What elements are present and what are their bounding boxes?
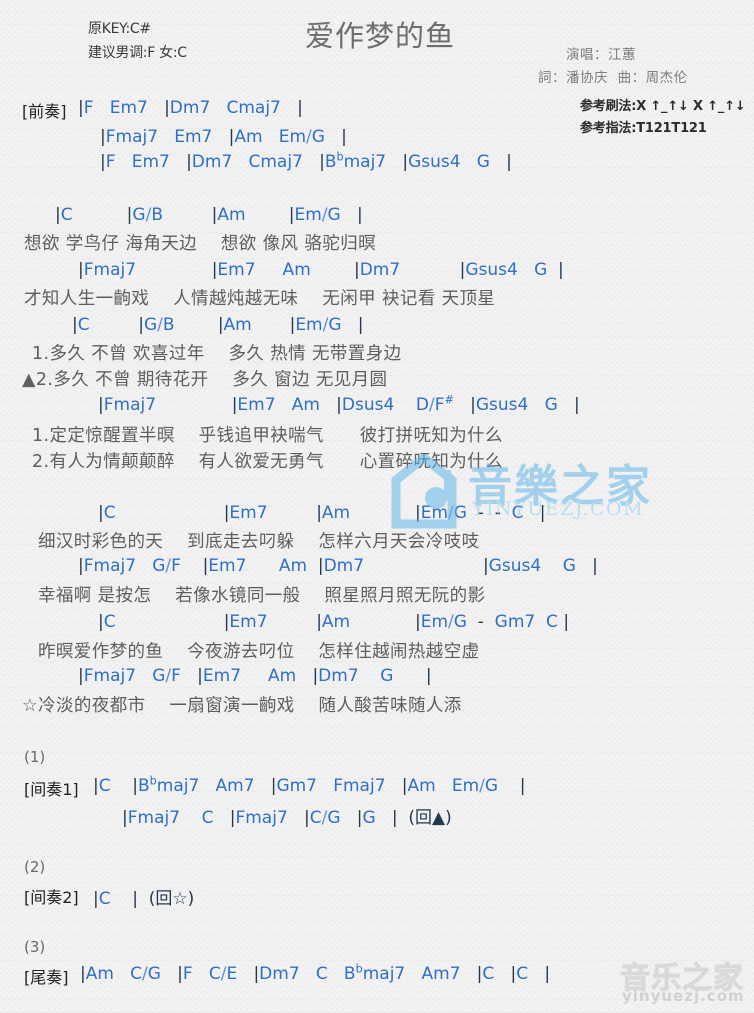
chord-sheet: 原KEY:C# 建议男调:F 女:C 爱作梦的鱼 演唱：江蕙 詞：潘协庆 曲：周… (0, 0, 754, 1013)
strum-pattern-label: 参考刷法:X ↑_↑↓ X ↑_↑↓ (580, 99, 746, 114)
writer-composer-label: 詞：潘协庆 曲：周杰伦 (538, 70, 688, 86)
bottom-watermark-url: yinyuezj.com (622, 987, 745, 1005)
bottom-watermark-text: 音乐之家 (620, 961, 744, 997)
section-label-outro: [尾奏] (24, 968, 69, 987)
repeat-number-2: (2) (24, 858, 46, 876)
finger-pattern-label: 参考指法:T121T121 (580, 121, 707, 136)
chord-line-intro-1: |F Em7 |Dm7 Cmaj7 | (78, 98, 303, 118)
suggested-key-label: 建议男调:F 女:C (88, 45, 187, 61)
chord-line-interlude1-1: |C |Bbmaj7 Am7 |Gm7 Fmaj7 |Am Em/G | (93, 774, 526, 796)
chord-line-verse1-1: |C |G/B |Am |Em/G | (55, 205, 363, 225)
chord-line-intro-2: |Fmaj7 Em7 |Am Em/G | (100, 127, 347, 147)
chord-line-verse2-1: |C |G/B |Am |Em/G | (72, 315, 364, 335)
lyric-line-verse2-4: 2.有人为情颠颠醉 有人欲爱无勇气 心置碎呒知为什么 (32, 452, 503, 472)
section-label-interlude2: [间奏2] (24, 888, 79, 907)
lyric-line-verse2-2: ▲2.多久 不曾 期待花开 多久 窗边 无见月圆 (22, 370, 388, 390)
original-key-label: 原KEY:C# (88, 21, 151, 37)
chord-line-interlude1-2: |Fmaj7 C |Fmaj7 |C/G |G | (回▲) (122, 808, 452, 828)
section-label-intro: [前奏] (22, 102, 67, 121)
chord-line-verse2-2: |Fmaj7 |Em7 Am |Dsus4 D/F# |Gsus4 G | (98, 393, 580, 415)
lyric-line-verse1-1: 想欲 学鸟仔 海角天边 想欲 像风 骆驼归暝 (24, 234, 377, 254)
chord-line-chorus1-2: |Fmaj7 G/F |Em7 Am |Dm7 |Gsus4 G | (78, 556, 598, 576)
section-label-interlude1: [间奏1] (24, 780, 79, 799)
chord-line-intro-3: |F Em7 |Dm7 Cmaj7 |Bbmaj7 |Gsus4 G | (100, 150, 512, 172)
chord-line-chorus1-1: |C |Em7 |Am |Em/G - - C | (98, 503, 546, 523)
lyric-line-verse1-2: 才知人生一齣戏 人情越炖越无味 无闲甲 袂记看 天顶星 (24, 289, 496, 309)
repeat-number-3: (3) (24, 938, 46, 956)
bottom-watermark: 音乐之家 yinyuezj.com (620, 957, 754, 1013)
lyric-line-chorus2-2: ☆冷淡的夜都市 一扇窗演一齣戏 随人酸苦味随人添 (22, 696, 462, 716)
lyric-line-verse2-3: 1.定定惊醒置半暝 乎钱追甲袂喘气 彼打拼呒知为什么 (32, 426, 503, 446)
chord-line-outro-1: |Am C/G |F C/E |Dm7 C Bbmaj7 Am7 |C |C | (80, 962, 551, 984)
singer-label: 演唱：江蕙 (566, 47, 636, 63)
chord-line-interlude2-1: |C | (回☆) (93, 889, 195, 909)
lyric-line-chorus1-2: 幸福啊 是按怎 若像水镜同一般 照星照月照无阮的影 (38, 586, 486, 606)
lyric-line-chorus1-1: 细汉时彩色的天 到底走去叼躲 怎样六月天会冷吱吱 (38, 532, 480, 552)
repeat-number-1: (1) (24, 748, 46, 766)
chord-line-chorus2-2: |Fmaj7 G/F |Em7 Am |Dm7 G | (78, 666, 432, 686)
chord-line-verse1-2: |Fmaj7 |Em7 Am |Dm7 |Gsus4 G | (78, 260, 564, 280)
page-title: 爱作梦的鱼 (305, 19, 456, 53)
lyric-line-verse2-1: 1.多久 不曾 欢喜过年 多久 热情 无带置身边 (32, 344, 402, 364)
chord-line-chorus2-1: |C |Em7 |Am |Em/G - Gm7 C | (98, 612, 570, 632)
lyric-line-chorus2-1: 昨暝爱作梦的鱼 今夜游去叼位 怎样住越闹热越空虚 (38, 642, 480, 662)
